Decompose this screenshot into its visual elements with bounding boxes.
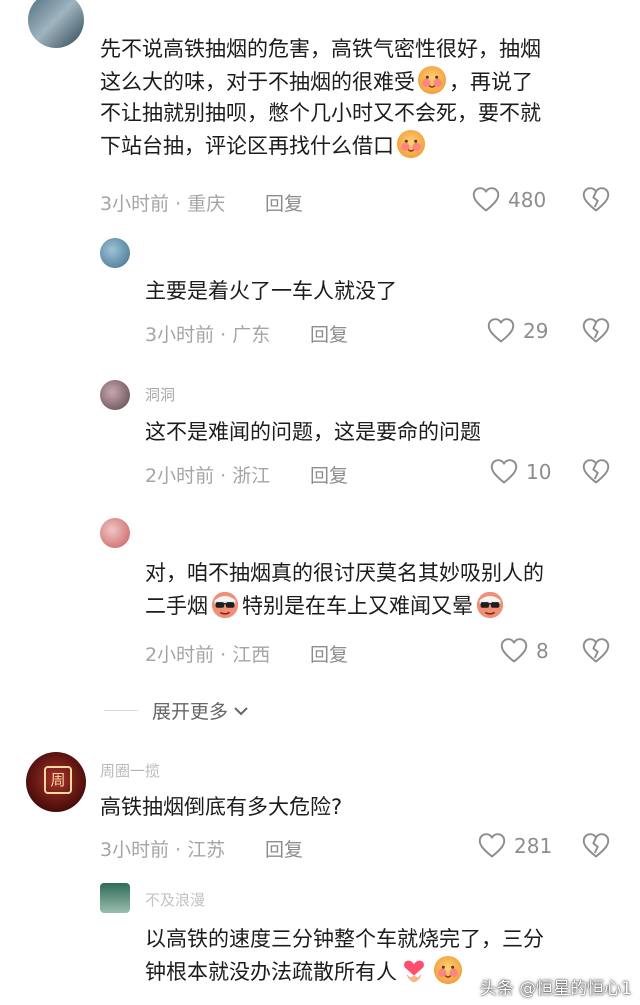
heart-icon bbox=[478, 832, 506, 860]
like-count: 29 bbox=[523, 319, 549, 343]
like-count: 10 bbox=[526, 460, 552, 484]
comment-text: 先不说高铁抽烟的危害，高铁气密性很好，抽烟 这么大的味，对于不抽烟的很难受 ，再说… bbox=[100, 37, 541, 159]
like-button[interactable]: 8 bbox=[500, 637, 549, 665]
cool-sunglasses-emoji bbox=[475, 589, 505, 619]
reply-button[interactable]: 回复 bbox=[265, 835, 303, 862]
heart-icon bbox=[472, 186, 500, 214]
broken-heart-icon[interactable] bbox=[582, 186, 610, 214]
expand-more-button[interactable]: 展开更多 bbox=[152, 697, 250, 724]
watermark: 头条 @恒星的恒心1 bbox=[479, 979, 632, 999]
avatar[interactable] bbox=[100, 380, 130, 410]
broken-heart-icon[interactable] bbox=[582, 458, 610, 486]
comment-meta: 2小时前 · 江西 bbox=[145, 644, 271, 666]
blush-emoji bbox=[417, 65, 447, 95]
heart-icon bbox=[500, 637, 528, 665]
reply-button[interactable]: 回复 bbox=[265, 189, 303, 216]
comment-meta: 3小时前 · 江苏 bbox=[100, 839, 226, 861]
chevron-down-icon bbox=[234, 706, 248, 715]
username[interactable]: 洞洞 bbox=[145, 384, 175, 405]
like-button[interactable]: 480 bbox=[472, 186, 546, 214]
comment-text: 主要是着火了一车人就没了 bbox=[145, 279, 397, 303]
avatar[interactable]: 周 bbox=[26, 752, 86, 812]
heart-hands-emoji bbox=[399, 955, 429, 985]
divider bbox=[104, 710, 138, 711]
avatar[interactable] bbox=[100, 238, 130, 268]
broken-heart-icon[interactable] bbox=[582, 832, 610, 860]
comment-meta: 2小时前 · 浙江 bbox=[145, 465, 271, 487]
reply-button[interactable]: 回复 bbox=[310, 461, 348, 488]
blush-emoji bbox=[396, 129, 426, 159]
blush-emoji bbox=[433, 955, 463, 985]
expand-more-label: 展开更多 bbox=[152, 701, 229, 723]
like-button[interactable]: 10 bbox=[490, 458, 551, 486]
like-button[interactable]: 281 bbox=[478, 832, 552, 860]
broken-heart-icon[interactable] bbox=[582, 317, 610, 345]
like-count: 281 bbox=[514, 834, 553, 858]
like-count: 480 bbox=[508, 188, 547, 212]
comment-text: 高铁抽烟倒底有多大危险? bbox=[100, 795, 343, 819]
like-button[interactable]: 29 bbox=[487, 317, 548, 345]
reply-button[interactable]: 回复 bbox=[310, 320, 348, 347]
reply-button[interactable]: 回复 bbox=[310, 640, 348, 667]
avatar[interactable] bbox=[28, 0, 84, 48]
broken-heart-icon[interactable] bbox=[582, 637, 610, 665]
cool-sunglasses-emoji bbox=[210, 589, 240, 619]
heart-icon bbox=[490, 458, 518, 486]
comment-meta: 3小时前 · 重庆 bbox=[100, 193, 226, 215]
username[interactable]: 周圈一揽 bbox=[100, 760, 160, 781]
comment-text: 对，咱不抽烟真的很讨厌莫名其妙吸别人的 二手烟 特别是在车上又难闻又晕 bbox=[145, 561, 544, 619]
like-count: 8 bbox=[536, 639, 549, 663]
heart-icon bbox=[487, 317, 515, 345]
avatar-mark: 周 bbox=[44, 766, 72, 794]
username[interactable]: 不及浪漫 bbox=[145, 889, 205, 910]
comment-meta: 3小时前 · 广东 bbox=[145, 324, 271, 346]
avatar[interactable] bbox=[100, 883, 130, 913]
avatar[interactable] bbox=[100, 518, 130, 548]
comment-text: 这不是难闻的问题，这是要命的问题 bbox=[145, 420, 481, 444]
